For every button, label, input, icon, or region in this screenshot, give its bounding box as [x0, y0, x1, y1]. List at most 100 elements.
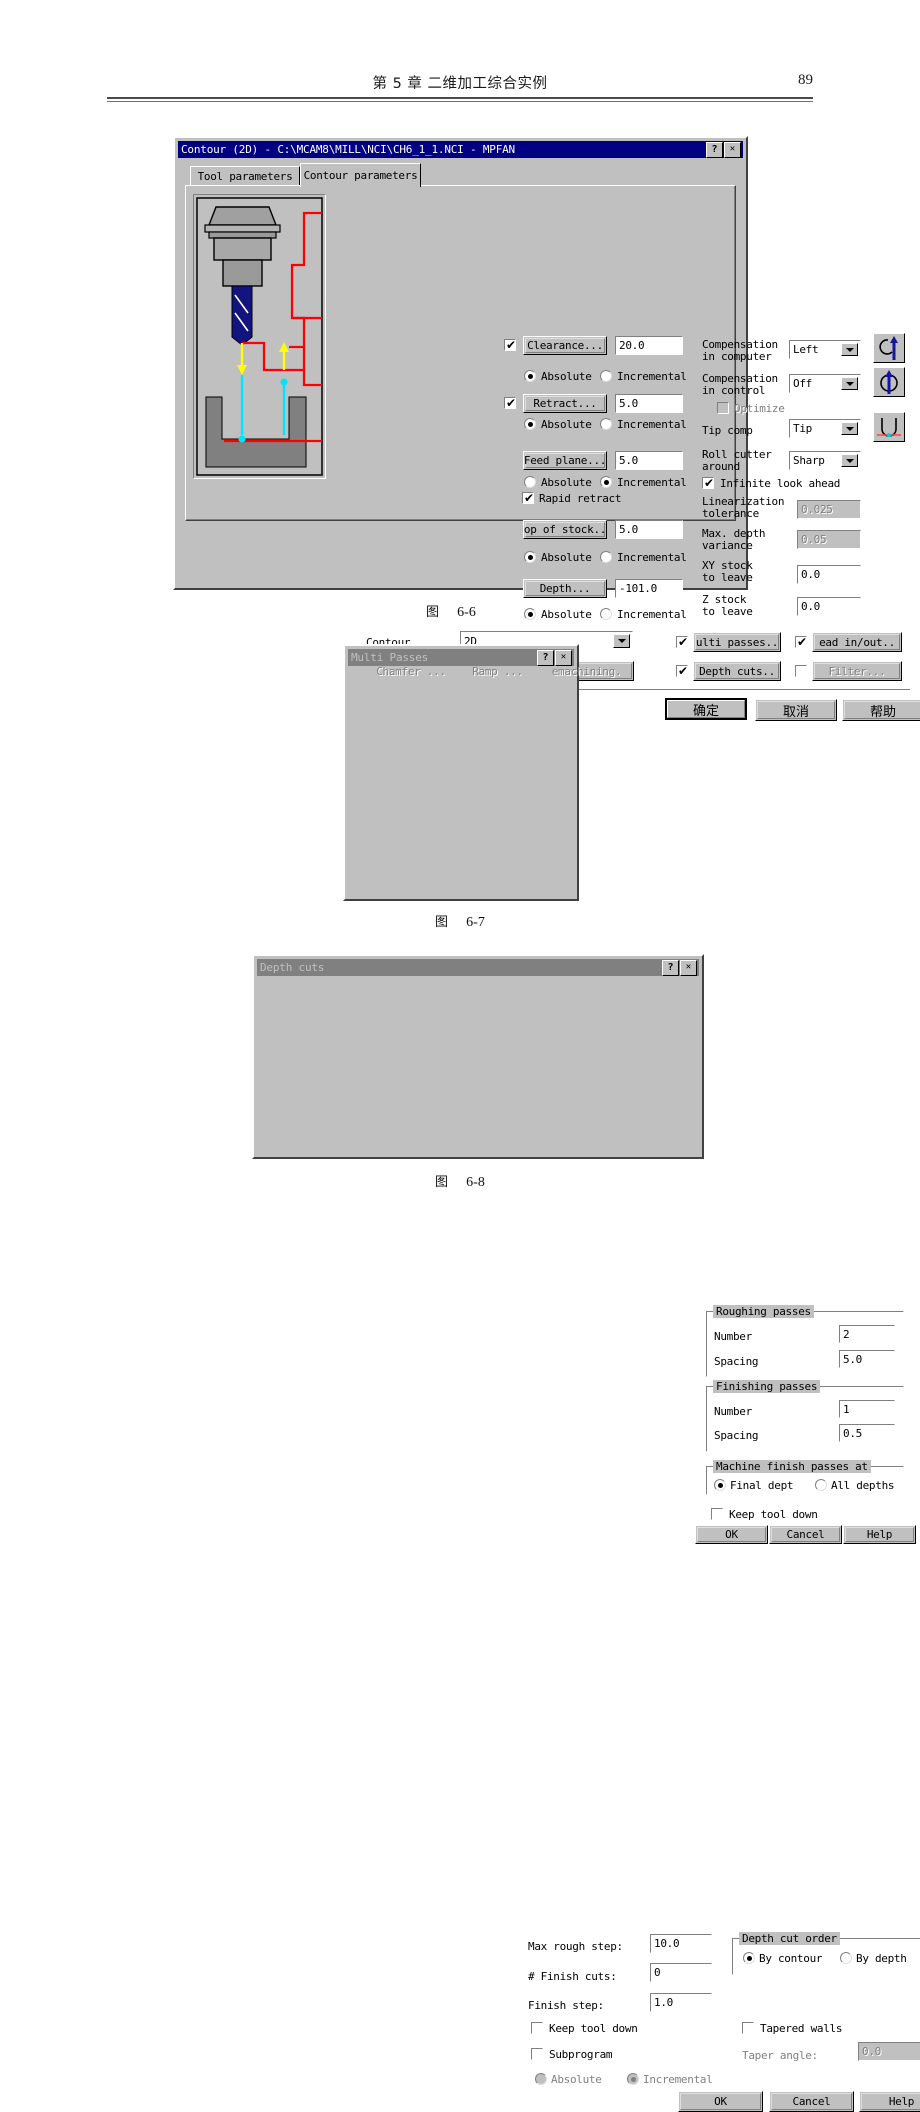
retract-check-tick: ✔ [506, 396, 517, 410]
roll-cutter-value: Sharp [793, 454, 825, 467]
dc-keep-tool-down-checkbox[interactable] [531, 2022, 543, 2034]
comp-direction-icon-button[interactable] [873, 333, 905, 363]
clearance-button[interactable]: Clearance... [523, 336, 607, 355]
xy-stock-value-field[interactable]: 0.0 [797, 565, 861, 584]
roughing-spacing-field[interactable]: 5.0 [839, 1350, 895, 1368]
depth-cuts-checkbox[interactable]: ✔ [676, 665, 688, 677]
feed-plane-absolute-radio[interactable] [524, 476, 536, 488]
filter-checkbox[interactable] [795, 665, 807, 677]
machine-finish-group-label: Machine finish passes at [713, 1460, 871, 1473]
dc-keep-tool-down-label: Keep tool down [549, 2022, 638, 2035]
clearance-value-field[interactable]: 20.0 [615, 336, 683, 355]
top-of-stock-incremental-label: Incremental [617, 551, 687, 564]
help-button[interactable]: 帮助 [842, 699, 920, 721]
depth-incremental-radio[interactable] [600, 608, 612, 620]
chevron-down-icon[interactable] [841, 422, 858, 435]
tip-comp-value: Tip [793, 422, 812, 435]
help-icon[interactable]: ? [537, 649, 554, 666]
tip-comp-icon-button[interactable] [873, 412, 905, 442]
by-depth-label: By depth [856, 1952, 907, 1965]
mp-ok-button[interactable]: OK [695, 1525, 768, 1544]
tip-comp-combo[interactable]: Tip [789, 419, 861, 438]
max-rough-step-field[interactable]: 10.0 [650, 1934, 712, 1953]
final-depth-radio[interactable] [714, 1479, 726, 1491]
top-of-stock-button[interactable]: op of stock.. [523, 520, 607, 539]
tapered-walls-checkbox[interactable] [742, 2022, 754, 2034]
retract-button[interactable]: Retract... [523, 394, 607, 413]
depth-value-field[interactable]: -101.0 [615, 579, 683, 598]
feed-plane-incremental-radio[interactable] [600, 476, 612, 488]
ok-button[interactable]: 确定 [665, 698, 747, 720]
top-of-stock-value-field[interactable]: 5.0 [615, 520, 683, 539]
all-depths-radio[interactable] [815, 1479, 827, 1491]
taper-angle-field: 0.0 [858, 2042, 920, 2061]
comp-computer-combo[interactable]: Left [789, 340, 861, 359]
dc-incremental-label: Incremental [643, 2073, 713, 2086]
rapid-retract-checkbox[interactable]: ✔ [522, 492, 534, 504]
feed-plane-button[interactable]: Feed plane... [523, 451, 607, 470]
retract-absolute-radio[interactable] [524, 418, 536, 430]
mp-help-button[interactable]: Help [843, 1525, 916, 1544]
clearance-checkbox[interactable]: ✔ [504, 339, 516, 351]
figure-caption-2-number: 6-7 [466, 915, 485, 930]
lead-in-out-button[interactable]: ead in/out.. [812, 632, 902, 652]
finishing-spacing-field[interactable]: 0.5 [839, 1424, 895, 1442]
cancel-button[interactable]: 取消 [755, 699, 837, 721]
comp-control-combo[interactable]: Off [789, 374, 861, 393]
multi-passes-button[interactable]: ulti passes.. [693, 632, 781, 652]
clearance-incremental-radio[interactable] [600, 370, 612, 382]
close-icon[interactable]: ✕ [680, 959, 697, 976]
comp-direction-alt-icon-button[interactable] [873, 367, 905, 397]
roughing-number-label: Number [714, 1330, 752, 1343]
chevron-down-icon[interactable] [841, 343, 858, 356]
depth-incremental-label: Incremental [617, 608, 687, 621]
optimize-checkbox [717, 402, 729, 414]
chevron-down-icon[interactable] [841, 454, 858, 467]
chevron-down-icon[interactable] [841, 377, 858, 390]
retract-checkbox[interactable]: ✔ [504, 397, 516, 409]
mp-cancel-button[interactable]: Cancel [769, 1525, 842, 1544]
clearance-absolute-radio[interactable] [524, 370, 536, 382]
dc-cancel-button[interactable]: Cancel [769, 2091, 854, 2112]
roughing-number-field[interactable]: 2 [839, 1325, 895, 1343]
multi-passes-checkbox[interactable]: ✔ [676, 636, 688, 648]
feed-plane-value-field[interactable]: 5.0 [615, 451, 683, 470]
finish-step-label: Finish step: [528, 1999, 604, 2012]
mp-keep-tool-down-checkbox[interactable] [711, 1508, 723, 1520]
infinite-check-tick: ✔ [704, 476, 715, 490]
close-icon[interactable]: ✕ [555, 649, 572, 666]
finish-cuts-field[interactable]: 0 [650, 1963, 712, 1982]
help-icon[interactable]: ? [706, 141, 723, 158]
close-icon[interactable]: ✕ [724, 141, 741, 158]
roll-cutter-combo[interactable]: Sharp [789, 451, 861, 470]
depth-button[interactable]: Depth... [523, 579, 607, 598]
by-depth-radio[interactable] [840, 1952, 852, 1964]
retract-value-field[interactable]: 5.0 [615, 394, 683, 413]
z-stock-value-field[interactable]: 0.0 [797, 597, 861, 616]
tab-contour-parameters[interactable]: Contour parameters [300, 163, 421, 187]
max-depth-value-field: 0.05 [797, 530, 861, 549]
page-header: 第 5 章 二维加工综合实例 89 [107, 72, 813, 106]
by-contour-radio[interactable] [743, 1952, 755, 1964]
roughing-passes-group-label: Roughing passes [713, 1305, 814, 1318]
top-of-stock-incremental-radio[interactable] [600, 551, 612, 563]
finishing-number-field[interactable]: 1 [839, 1400, 895, 1418]
subprogram-checkbox[interactable] [531, 2048, 543, 2060]
infinite-look-ahead-checkbox[interactable]: ✔ [702, 477, 714, 489]
help-icon[interactable]: ? [662, 959, 679, 976]
lead-in-out-checkbox[interactable]: ✔ [795, 636, 807, 648]
clearance-check-tick: ✔ [506, 338, 517, 352]
tab-tool-parameters[interactable]: Tool parameters [190, 166, 300, 185]
retract-incremental-radio[interactable] [600, 418, 612, 430]
feed-plane-incremental-label: Incremental [617, 476, 687, 489]
figure-caption-1-label: 图 [426, 605, 440, 620]
infinite-look-ahead-label: Infinite look ahead [720, 477, 841, 490]
chevron-down-icon[interactable] [613, 634, 630, 648]
top-of-stock-absolute-radio[interactable] [524, 551, 536, 563]
depth-absolute-radio[interactable] [524, 608, 536, 620]
dc-help-button[interactable]: Help [859, 2091, 920, 2112]
depth-cuts-button[interactable]: Depth cuts.. [693, 661, 781, 681]
dc-ok-button[interactable]: OK [678, 2091, 763, 2112]
finish-step-field[interactable]: 1.0 [650, 1993, 712, 2012]
clearance-absolute-label: Absolute [541, 370, 592, 383]
